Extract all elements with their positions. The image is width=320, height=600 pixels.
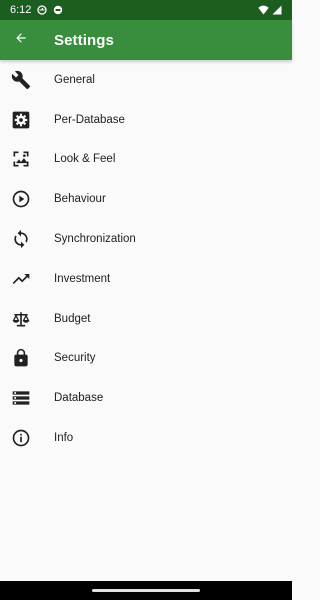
settings-item-label: Synchronization [54, 233, 136, 246]
settings-item-label: General [54, 73, 95, 86]
settings-item-security[interactable]: Security [0, 339, 292, 379]
trending-up-icon [11, 269, 31, 289]
settings-item-label: Budget [54, 312, 91, 325]
image-frame-icon [11, 149, 31, 169]
settings-item-general[interactable]: General [0, 60, 292, 100]
settings-item-label: Database [54, 392, 104, 405]
record-status-icon [53, 5, 63, 15]
settings-item-info[interactable]: Info [0, 418, 292, 458]
settings-item-look-and-feel[interactable]: Look & Feel [0, 140, 292, 180]
settings-item-label: Investment [54, 272, 111, 285]
status-time: 6:12 [10, 4, 32, 16]
settings-list: General Per-Database Look & Feel Behavio… [0, 60, 292, 458]
play-circle-icon [11, 189, 31, 209]
settings-item-budget[interactable]: Budget [0, 299, 292, 339]
sync-status-icon [37, 5, 48, 15]
settings-item-label: Behaviour [54, 193, 106, 206]
back-button[interactable] [1, 20, 41, 60]
settings-item-database[interactable]: Database [0, 378, 292, 418]
settings-item-label: Info [54, 432, 74, 445]
lock-icon [11, 348, 31, 368]
sync-icon [11, 229, 31, 249]
status-bar: 6:12 [0, 0, 292, 20]
settings-item-label: Look & Feel [54, 153, 116, 166]
navigation-bar [0, 581, 292, 600]
wrench-icon [11, 70, 31, 90]
app-bar: Settings [0, 20, 292, 60]
settings-item-label: Per-Database [54, 113, 125, 126]
cellular-signal-icon [272, 5, 282, 15]
wifi-icon [258, 5, 269, 15]
settings-item-label: Security [54, 352, 96, 365]
settings-item-investment[interactable]: Investment [0, 259, 292, 299]
arrow-back-icon [14, 31, 28, 50]
settings-item-behaviour[interactable]: Behaviour [0, 179, 292, 219]
page-title: Settings [54, 31, 114, 49]
scale-icon [11, 309, 31, 329]
settings-item-synchronization[interactable]: Synchronization [0, 219, 292, 259]
settings-item-per-database[interactable]: Per-Database [0, 100, 292, 140]
gear-box-icon [11, 110, 31, 130]
home-gesture-handle[interactable] [92, 589, 200, 592]
info-icon [11, 428, 31, 448]
storage-icon [11, 388, 31, 408]
